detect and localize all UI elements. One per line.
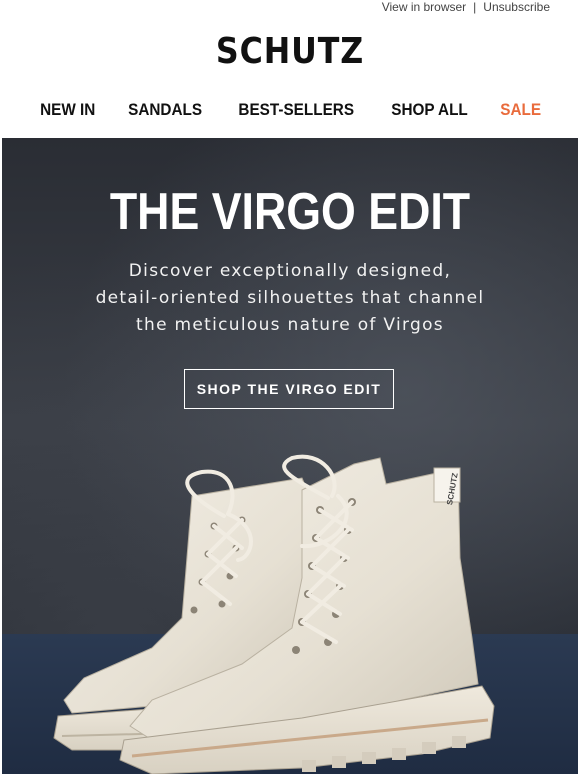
hero-subtitle-line: the meticulous nature of Virgos — [136, 315, 444, 335]
hero-headline: THE VIRGO EDIT — [109, 183, 471, 241]
nav-item-sale[interactable]: SALE — [500, 100, 541, 120]
unsubscribe-link[interactable]: Unsubscribe — [483, 0, 550, 14]
nav-item-sandals[interactable]: SANDALS — [128, 100, 202, 120]
hero-subtitle-line: detail-oriented silhouettes that channel — [95, 288, 485, 308]
shop-virgo-edit-button[interactable]: SHOP THE VIRGO EDIT — [184, 369, 394, 409]
view-in-browser-link[interactable]: View in browser — [382, 0, 466, 14]
boots-product-image[interactable]: SCHUTZ — [2, 438, 578, 774]
brand-logo[interactable]: SCHUTZ — [35, 22, 545, 82]
main-nav: NEW IN SANDALS BEST-SELLERS SHOP ALL SAL… — [0, 82, 580, 138]
nav-item-best-sellers[interactable]: BEST-SELLERS — [239, 100, 355, 120]
hero-banner[interactable]: THE VIRGO EDIT Discover exceptionally de… — [2, 138, 578, 774]
hero-subtitle-line: Discover exceptionally designed, — [128, 261, 452, 281]
hero-subtitle: Discover exceptionally designed, detail-… — [2, 258, 578, 339]
nav-item-new-in[interactable]: NEW IN — [40, 100, 95, 120]
nav-item-shop-all[interactable]: SHOP ALL — [391, 100, 468, 120]
separator: | — [473, 0, 477, 14]
utility-bar: View in browser | Unsubscribe — [0, 0, 580, 22]
